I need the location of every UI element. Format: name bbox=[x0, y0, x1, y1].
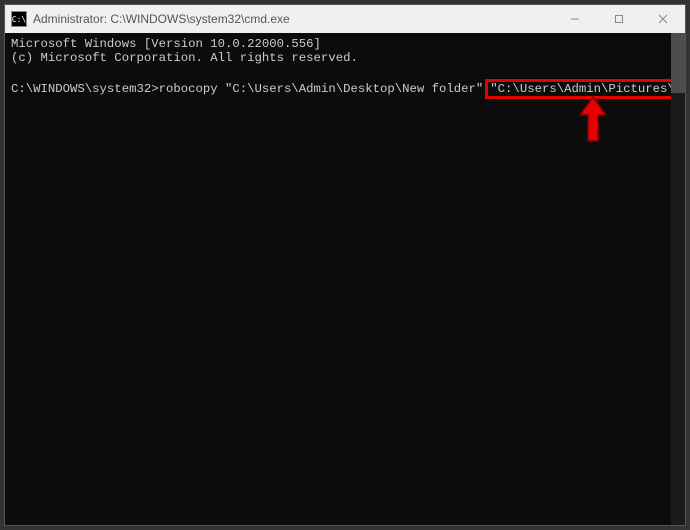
close-button[interactable] bbox=[641, 5, 685, 33]
scrollbar-thumb[interactable] bbox=[671, 33, 685, 93]
terminal-command: robocopy "C:\Users\Admin\Desktop\New fol… bbox=[159, 82, 484, 96]
terminal-line: (c) Microsoft Corporation. All rights re… bbox=[11, 51, 358, 65]
window-controls bbox=[553, 5, 685, 33]
minimize-button[interactable] bbox=[553, 5, 597, 33]
cmd-window: C:\ Administrator: C:\WINDOWS\system32\c… bbox=[4, 4, 686, 526]
window-title: Administrator: C:\WINDOWS\system32\cmd.e… bbox=[33, 12, 553, 26]
terminal-prompt: C:\WINDOWS\system32> bbox=[11, 82, 159, 96]
cmd-icon: C:\ bbox=[11, 11, 27, 27]
titlebar[interactable]: C:\ Administrator: C:\WINDOWS\system32\c… bbox=[5, 5, 685, 33]
annotation-arrow-icon bbox=[578, 95, 608, 145]
scrollbar-vertical[interactable] bbox=[671, 33, 685, 525]
terminal-line: Microsoft Windows [Version 10.0.22000.55… bbox=[11, 37, 321, 51]
maximize-button[interactable] bbox=[597, 5, 641, 33]
